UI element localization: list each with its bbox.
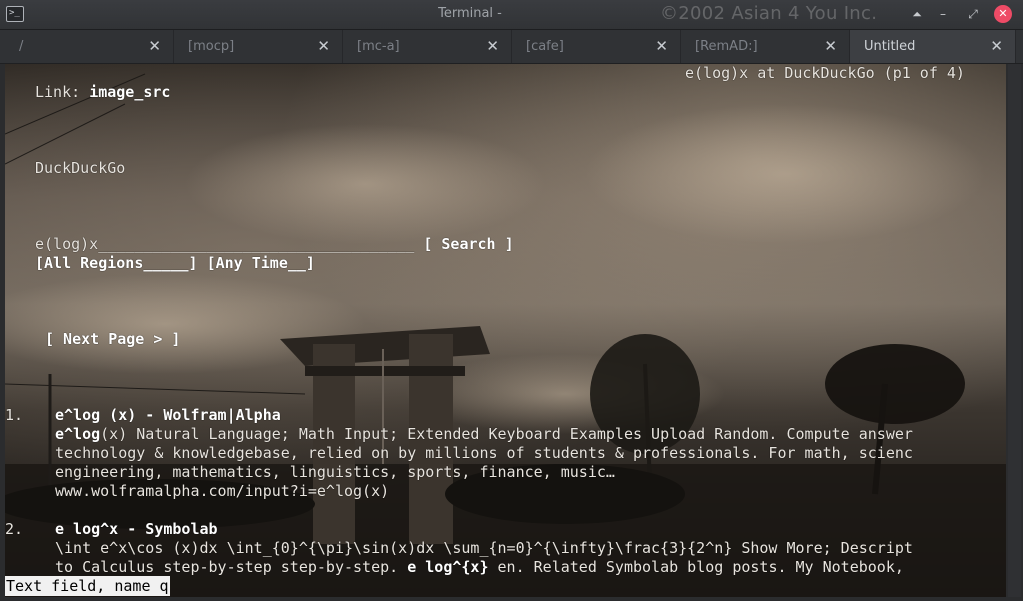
result-snippet: to Calculus step-by-step step-by-step. e…	[55, 558, 904, 576]
close-icon[interactable]: ✕	[990, 37, 1003, 55]
search-button[interactable]: [ Search ]	[423, 235, 513, 253]
tab-root[interactable]: / ✕	[5, 30, 174, 63]
wallpaper-watermark: ©2002 Asian 4 You Inc.	[660, 3, 878, 24]
window-titlebar: >_ Terminal - ©2002 Asian 4 You Inc. ⏶ –…	[0, 0, 1023, 30]
search-input-fill[interactable]: ___________________________________	[98, 235, 414, 253]
restore-button[interactable]: ⤢	[964, 5, 982, 23]
tab-label: Untitled	[864, 39, 916, 54]
time-select[interactable]: [Any Time__]	[207, 254, 315, 272]
tab-label: /	[19, 39, 24, 54]
tab-cafe[interactable]: [cafe] ✕	[512, 30, 681, 63]
tab-bar: / ✕ [mocp] ✕ [mc-a] ✕ [cafe] ✕ [RemAD:] …	[0, 30, 1023, 64]
terminal-scrollbar[interactable]	[1008, 64, 1021, 597]
result-title-link[interactable]: e^log (x) - Wolfram|Alpha	[55, 406, 281, 425]
tab-untitled[interactable]: Untitled ✕	[850, 30, 1016, 63]
link-line: Link: image_src	[35, 83, 170, 102]
link-prefix: Link:	[35, 83, 90, 101]
result-snippet: engineering, mathematics, linguistics, s…	[55, 463, 615, 481]
page-title: e(log)x at DuckDuckGo (p1 of 4)	[685, 64, 965, 82]
result-snippet: \int e^x\cos (x)dx \int_{0}^{\pi}\sin(x)…	[55, 539, 913, 557]
status-line: Text field, name q	[5, 576, 170, 596]
tab-label: [RemAD:]	[695, 39, 758, 54]
close-icon[interactable]: ✕	[148, 37, 161, 55]
tab-remad[interactable]: [RemAD:] ✕	[681, 30, 850, 63]
result-snippet: technology & knowledgebase, relied on by…	[55, 444, 913, 462]
site-name: DuckDuckGo	[35, 159, 126, 177]
result-url: www.wolframalpha.com/input?i=e^log(x)	[55, 482, 390, 500]
close-window-button[interactable]: ✕	[994, 5, 1012, 23]
next-page-button[interactable]: [ Next Page > ]	[45, 330, 180, 349]
filter-row: [All Regions_____] [Any Time__]	[35, 254, 315, 273]
result-title-link[interactable]: e log^x - Symbolab	[55, 520, 218, 539]
result-snippet: e^log(x) Natural Language; Math Input; E…	[55, 425, 913, 443]
search-row: e(log)x_________________________________…	[35, 235, 514, 254]
close-icon[interactable]: ✕	[486, 37, 499, 55]
search-input[interactable]: e(log)x	[35, 235, 98, 253]
result-number: 2.	[5, 520, 24, 538]
tab-label: [mc-a]	[357, 39, 400, 54]
tab-mc-a[interactable]: [mc-a] ✕	[343, 30, 512, 63]
close-icon[interactable]: ✕	[824, 37, 837, 55]
result-number: 1.	[5, 406, 24, 424]
tab-mocp[interactable]: [mocp] ✕	[174, 30, 343, 63]
terminal-view[interactable]: e(log)x at DuckDuckGo (p1 of 4) Link: im…	[5, 64, 1006, 597]
close-icon[interactable]: ✕	[655, 37, 668, 55]
minimize-button[interactable]: –	[934, 5, 952, 23]
keep-above-button[interactable]: ⏶	[908, 5, 926, 23]
tab-label: [cafe]	[526, 39, 564, 54]
tab-label: [mocp]	[188, 39, 235, 54]
region-select[interactable]: [All Regions_____]	[35, 254, 198, 272]
link-image-src[interactable]: image_src	[89, 83, 170, 101]
close-icon[interactable]: ✕	[317, 37, 330, 55]
